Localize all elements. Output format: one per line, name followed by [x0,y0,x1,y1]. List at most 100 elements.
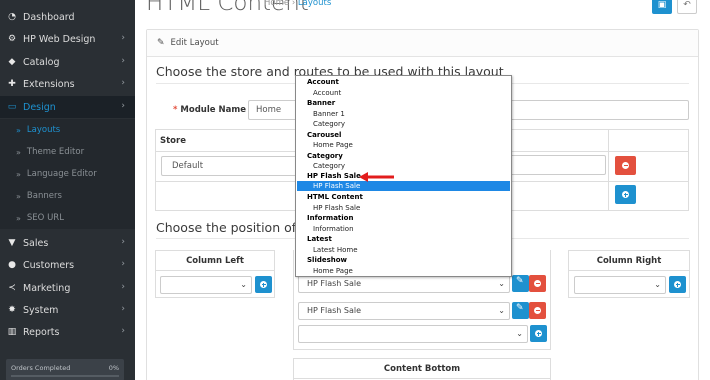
panel-heading: ✎ Edit Layout [147,30,698,57]
nav-item-design[interactable]: ▭ Design › [0,96,135,118]
chevron-down-icon: ⌄ [240,280,247,289]
save-button[interactable]: ▣ [652,0,672,14]
remove-module-button[interactable] [529,275,546,292]
panel-heading-text: Edit Layout [170,38,219,48]
column-right-header: Column Right [569,251,689,271]
subnav-item-layouts[interactable]: » Layouts [0,119,135,141]
orders-label: Orders Completed [11,364,71,372]
content-top-select-3[interactable]: ⌄ [298,325,528,343]
nav-item-dashboard[interactable]: ◔ Dashboard [0,6,135,28]
red-arrow-annotation [359,172,394,182]
edit-module-button[interactable]: ✎ [512,302,529,319]
chevron-right-icon: › [121,326,125,336]
chevron-right-icon: › [121,237,125,247]
required-star: * [173,105,178,115]
subnav-label: Language Editor [26,169,97,179]
gear-icon: ✸ [8,305,16,315]
nav-item-catalog[interactable]: ◆ Catalog › [0,51,135,73]
column-left-box: Column Left ⌄ [155,250,275,298]
pencil-icon: ✎ [516,303,524,313]
minus-circle-icon [534,307,541,314]
reply-icon: ↶ [683,0,691,10]
nav-label: Marketing [23,282,71,294]
dropdown-option[interactable]: Home Page [313,267,353,276]
dropdown-option[interactable]: Account [313,89,341,98]
chevron-down-icon: ⌄ [516,329,523,338]
dropdown-group: Carousel [307,130,342,139]
pencil-icon: ✎ [516,276,524,286]
nav-item-extensions[interactable]: ✚ Extensions › [0,73,135,95]
add-module-button[interactable] [530,325,547,342]
nav-item-hp-web-design[interactable]: ⚙ HP Web Design › [0,28,135,50]
edit-module-button[interactable]: ✎ [512,275,529,292]
chevron-right-icon: › [121,78,125,88]
save-icon: ▣ [657,0,667,10]
subnav-label: SEO URL [26,213,64,223]
dropdown-group: HTML Content [307,193,363,201]
remove-route-button[interactable] [615,156,636,175]
dropdown-group: HP Flash Sale [307,172,361,180]
store-column-header: Store [160,136,186,146]
dropdown-option[interactable]: Category [313,162,345,171]
select-value: HP Flash Sale [307,279,362,288]
column-left-add-button[interactable] [255,276,272,293]
module-dropdown-list[interactable]: Account Account Banner Banner 1 Category… [295,75,512,277]
nav-item-marketing[interactable]: ≺ Marketing › [0,277,135,299]
double-chevron-icon: » [16,213,21,223]
bar-chart-icon: ▥ [7,327,17,337]
dropdown-group: Banner [307,99,336,107]
breadcrumb: Home › Layouts [264,0,331,8]
nav-item-reports[interactable]: ▥ Reports › [0,321,135,343]
plus-circle-icon [535,330,542,337]
subnav-item-seo-url[interactable]: » SEO URL [0,207,135,229]
subnav-label: Banners [26,191,62,201]
cart-icon: ▼ [8,238,16,248]
nav-label: Customers [23,259,75,271]
subnav-item-banners[interactable]: » Banners [0,185,135,207]
user-icon: ● [8,260,16,270]
content-top-select-2[interactable]: HP Flash Sale ⌄ [298,302,510,320]
breadcrumb-home[interactable]: Home [264,0,289,8]
dropdown-option[interactable]: Information [313,225,354,234]
nav-item-sales[interactable]: ▼ Sales › [0,232,135,254]
subnav-item-theme-editor[interactable]: » Theme Editor [0,141,135,163]
plus-circle-icon [674,281,681,288]
orders-completed-widget: Orders Completed 0% [6,359,124,380]
nav-label: System [23,304,59,316]
chevron-right-icon: › [121,33,125,43]
remove-module-button[interactable] [529,302,546,319]
column-right-add-button[interactable] [669,276,686,293]
sidebar: ◔ Dashboard ⚙ HP Web Design › ◆ Catalog … [0,0,135,380]
store-select[interactable]: Default [161,156,301,176]
back-button[interactable]: ↶ [677,0,697,14]
chevron-down-icon: ⌄ [498,279,505,288]
share-icon: ≺ [8,283,16,293]
dropdown-option[interactable]: Banner 1 [313,110,345,119]
nav-label: Extensions [23,78,75,90]
chevron-right-icon: › [121,101,125,111]
dropdown-group: Account [307,78,339,86]
dropdown-group: Category [307,151,343,160]
dashboard-icon: ◔ [8,12,16,22]
add-route-button[interactable] [615,185,636,204]
double-chevron-icon: » [16,147,21,157]
plus-circle-icon [260,281,267,288]
subnav-item-language-editor[interactable]: » Language Editor [0,163,135,185]
dropdown-option-selected[interactable]: HP Flash Sale [313,182,360,190]
dropdown-group: Information [307,214,354,222]
breadcrumb-current[interactable]: Layouts [298,0,331,8]
nav-item-customers[interactable]: ● Customers › [0,254,135,276]
dropdown-option[interactable]: Category [313,120,345,129]
column-left-select[interactable]: ⌄ [160,276,252,294]
module-name-label: * Module Name [173,105,246,115]
nav-item-system[interactable]: ✸ System › [0,299,135,321]
content-top-select-1[interactable]: HP Flash Sale ⌄ [298,275,510,293]
dropdown-option[interactable]: HP Flash Sale [313,204,360,213]
nav-label: HP Web Design [23,33,96,45]
column-right-select[interactable]: ⌄ [574,276,666,294]
chevron-right-icon: › [121,56,125,66]
column-left-header: Column Left [156,251,274,271]
monitor-icon: ▭ [7,102,17,112]
dropdown-option[interactable]: Latest Home [313,246,358,255]
dropdown-option[interactable]: Home Page [313,141,353,150]
